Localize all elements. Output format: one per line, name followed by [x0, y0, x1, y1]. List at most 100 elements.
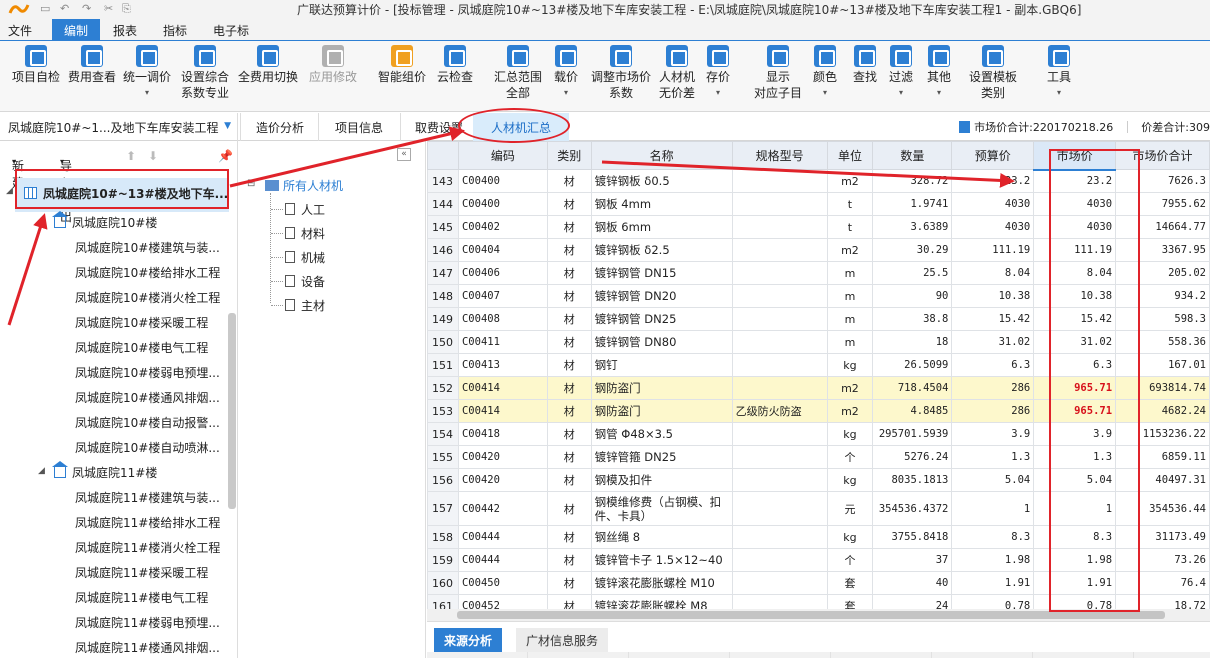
ribbon-button-15[interactable]: 查找: [853, 45, 877, 85]
ribbon-button-8[interactable]: 汇总范围 全部: [494, 45, 542, 101]
cell-spec[interactable]: [731, 284, 828, 308]
cell-n[interactable]: 154: [427, 422, 459, 446]
cell-qty[interactable]: 4.8485: [872, 399, 953, 423]
cell-total[interactable]: 73.26: [1115, 548, 1210, 572]
cell-code[interactable]: C00452: [457, 594, 548, 609]
ribbon-button-9[interactable]: 载价 ▾: [554, 45, 578, 101]
expand-icon[interactable]: ◢: [38, 466, 45, 476]
cell-qty[interactable]: 328.72: [872, 169, 953, 193]
menu-ebid[interactable]: 电子标: [213, 22, 249, 39]
cell-n[interactable]: 156: [427, 468, 459, 492]
cell-total[interactable]: 1153236.22: [1115, 422, 1210, 446]
cell-budget[interactable]: 111.19: [951, 238, 1035, 262]
cell-market[interactable]: 111.19: [1033, 238, 1117, 262]
cell-market[interactable]: 10.38: [1033, 284, 1117, 308]
tree-item[interactable]: 凤城庭院10#楼电气工程: [75, 339, 208, 356]
cell-unit[interactable]: kg: [826, 353, 874, 377]
cell-unit[interactable]: m: [826, 330, 874, 354]
cell-code[interactable]: C00414: [457, 376, 548, 400]
cell-budget[interactable]: 0.78: [951, 594, 1035, 609]
cell-budget[interactable]: 1.98: [951, 548, 1035, 572]
cell-qty[interactable]: 718.4504: [872, 376, 953, 400]
cell-unit[interactable]: m2: [826, 238, 874, 262]
table-row[interactable]: 159 C00444 材镀锌管卡子 1.5×12~40 个 37 1.98 1.98 73.2…: [427, 548, 1210, 572]
cell-total[interactable]: 558.36: [1115, 330, 1210, 354]
ribbon-button-18[interactable]: 设置模板 类别: [969, 45, 1017, 101]
cell-market[interactable]: 5.04: [1033, 468, 1117, 492]
cell-name[interactable]: 镀锌钢管 DN25: [590, 307, 733, 331]
redo-icon[interactable]: ↷: [82, 2, 91, 15]
cell-unit[interactable]: 元: [826, 491, 874, 526]
cell-budget[interactable]: 4030: [951, 215, 1035, 239]
cell-qty[interactable]: 30.29: [872, 238, 953, 262]
table-row[interactable]: 147 C00406 材镀锌钢管 DN15 m 25.5 8.04 8.04 205.02: [427, 261, 1210, 285]
cell-name[interactable]: 钢丝绳 8: [590, 525, 733, 549]
collapse-toggle-icon[interactable]: ⊟: [247, 178, 255, 189]
cell-name[interactable]: 钢防盗门: [590, 376, 733, 400]
ribbon-button-5[interactable]: 应用修改: [309, 45, 357, 85]
column-header[interactable]: 数量: [872, 141, 953, 170]
cell-n[interactable]: 148: [427, 284, 459, 308]
cell-total[interactable]: 354536.44: [1115, 491, 1210, 526]
column-header[interactable]: 名称: [590, 141, 733, 170]
cell-unit[interactable]: m: [826, 261, 874, 285]
table-row[interactable]: 157 C00442 材钢模维修费（占钢模、扣件、卡具）元 354536.4372 1 1…: [427, 491, 1210, 526]
category-item[interactable]: 材料: [285, 225, 325, 242]
tree-item[interactable]: 凤城庭院10#楼消火栓工程: [75, 289, 220, 306]
tree-item[interactable]: 凤城庭院11#楼消火栓工程: [75, 539, 220, 556]
table-row[interactable]: 161 C00452 材镀锌滚花膨胀螺栓 M8 套 24 0.78 0.78 18.72: [427, 594, 1210, 609]
cell-name[interactable]: 镀锌钢板 δ2.5: [590, 238, 733, 262]
cell-name[interactable]: 钢模及扣件: [590, 468, 733, 492]
column-header[interactable]: 市场价: [1033, 141, 1117, 171]
cell-n[interactable]: 145: [427, 215, 459, 239]
cell-type[interactable]: 材: [546, 215, 592, 239]
cell-type[interactable]: 材: [546, 353, 592, 377]
cell-code[interactable]: C00408: [457, 307, 548, 331]
cell-unit[interactable]: t: [826, 215, 874, 239]
cell-total[interactable]: 7955.62: [1115, 192, 1210, 216]
tree-item[interactable]: 凤城庭院11#楼给排水工程: [75, 514, 220, 531]
move-up-icon[interactable]: ⬆: [126, 149, 136, 163]
column-header[interactable]: 规格型号: [731, 141, 828, 170]
cell-total[interactable]: 598.3: [1115, 307, 1210, 331]
cell-qty[interactable]: 354536.4372: [872, 491, 953, 526]
cell-code[interactable]: C00450: [457, 571, 548, 595]
table-row[interactable]: 152 C00414 材钢防盗门 m2 718.4504 286 965.71 693814.…: [427, 376, 1210, 400]
cell-market[interactable]: 965.71: [1033, 376, 1117, 400]
cell-code[interactable]: C00411: [457, 330, 548, 354]
cell-market[interactable]: 8.04: [1033, 261, 1117, 285]
cell-budget[interactable]: 1: [951, 491, 1035, 526]
cell-n[interactable]: 151: [427, 353, 459, 377]
cell-type[interactable]: 材: [546, 445, 592, 469]
cell-n[interactable]: 157: [427, 491, 459, 526]
cell-code[interactable]: C00404: [457, 238, 548, 262]
cell-market[interactable]: 0.78: [1033, 594, 1117, 609]
tree-item[interactable]: 凤城庭院10#楼通风排烟...: [75, 389, 220, 406]
cell-name[interactable]: 钢钉: [590, 353, 733, 377]
tab-cost-analysis[interactable]: 造价分析: [256, 119, 304, 136]
cell-name[interactable]: 镀锌钢管 DN20: [590, 284, 733, 308]
cell-spec[interactable]: [731, 353, 828, 377]
cell-spec[interactable]: 乙级防火防盗: [731, 399, 828, 423]
cell-code[interactable]: C00418: [457, 422, 548, 446]
cell-total[interactable]: 167.01: [1115, 353, 1210, 377]
cell-spec[interactable]: [731, 169, 828, 193]
tree-item[interactable]: 凤城庭院10#楼给排水工程: [75, 264, 220, 281]
cell-qty[interactable]: 26.5099: [872, 353, 953, 377]
cell-market[interactable]: 1: [1033, 491, 1117, 526]
cell-type[interactable]: 材: [546, 422, 592, 446]
cell-unit[interactable]: 套: [826, 594, 874, 609]
cell-unit[interactable]: kg: [826, 422, 874, 446]
cell-market[interactable]: 8.3: [1033, 525, 1117, 549]
cell-budget[interactable]: 5.04: [951, 468, 1035, 492]
cell-qty[interactable]: 24: [872, 594, 953, 609]
cell-code[interactable]: C00442: [457, 491, 548, 526]
cell-total[interactable]: 31173.49: [1115, 525, 1210, 549]
table-row[interactable]: 154 C00418 材钢管 Φ48×3.5 kg 295701.5939 3.9 3.9 1…: [427, 422, 1210, 446]
column-header[interactable]: 类别: [546, 141, 592, 170]
cell-market[interactable]: 3.9: [1033, 422, 1117, 446]
cell-total[interactable]: 205.02: [1115, 261, 1210, 285]
table-row[interactable]: 145 C00402 材钢板 6mm t 3.6389 4030 4030 14664.77: [427, 215, 1210, 239]
tree-item[interactable]: 凤城庭院11#楼电气工程: [75, 589, 208, 606]
cell-market[interactable]: 4030: [1033, 215, 1117, 239]
